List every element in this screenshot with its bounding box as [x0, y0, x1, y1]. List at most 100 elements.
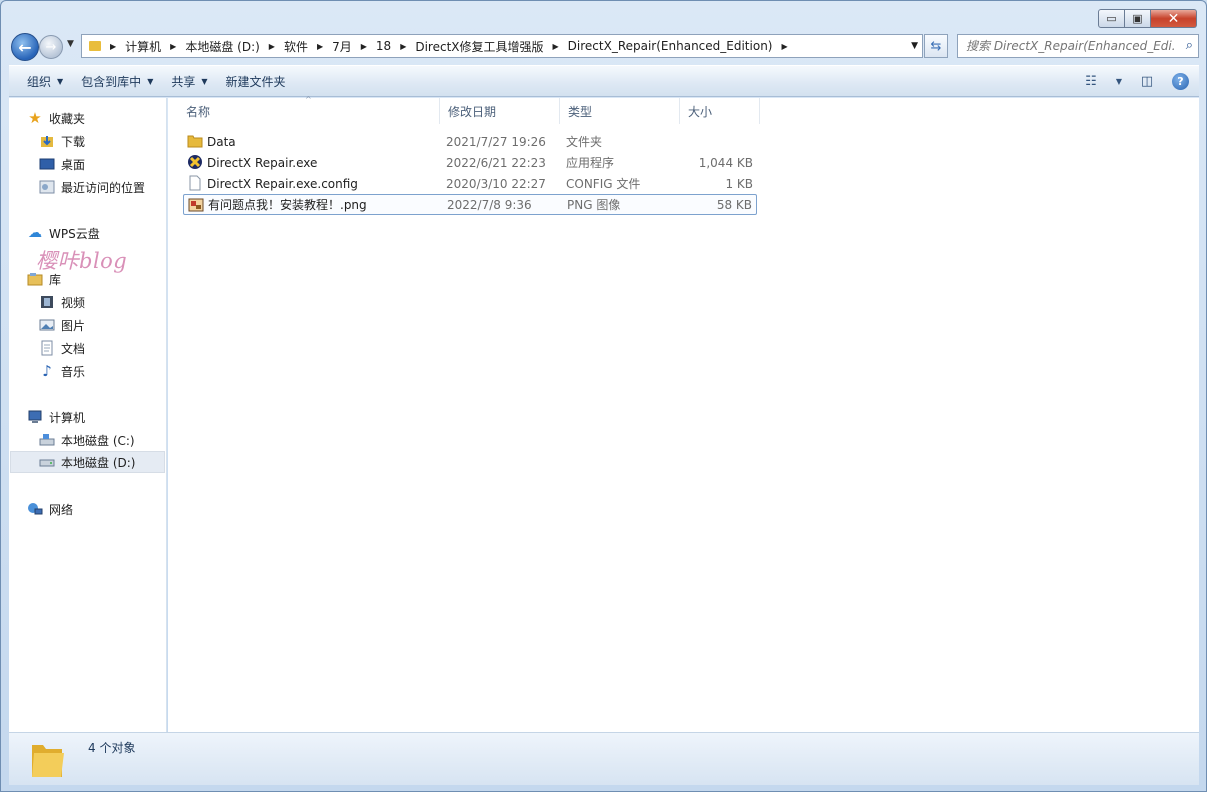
organize-label: 组织	[27, 74, 52, 89]
column-header-label: 名称	[186, 104, 211, 119]
view-dropdown[interactable]: ▼	[1108, 72, 1130, 90]
sidebar-item-label: 库	[49, 272, 62, 287]
column-header-type[interactable]: 类型	[560, 98, 680, 124]
column-header-label: 类型	[568, 104, 593, 119]
view-controls: ☷ ▼ ◫ ?	[1074, 72, 1189, 90]
recent-places-icon	[39, 179, 55, 195]
sidebar-item-label: 计算机	[49, 410, 86, 425]
sidebar-item-pictures[interactable]: 图片	[39, 314, 85, 336]
pictures-icon	[39, 317, 55, 333]
breadcrumb-separator[interactable]: ▶	[170, 42, 176, 51]
breadcrumb-separator[interactable]: ▶	[110, 42, 116, 51]
details-pane: 4 个对象	[9, 732, 1199, 785]
organize-button[interactable]: 组织 ▼	[27, 73, 63, 90]
file-date: 2022/7/8 9:36	[447, 197, 532, 212]
search-input[interactable]	[966, 39, 1176, 53]
file-type: 文件夹	[566, 135, 603, 149]
sidebar-item-videos[interactable]: 视频	[39, 291, 85, 313]
breadcrumb-separator[interactable]: ▶	[553, 42, 559, 51]
sidebar-item-libraries[interactable]: 库	[27, 268, 61, 290]
search-icon[interactable]: ⌕	[1186, 38, 1193, 53]
breadcrumb-item[interactable]: 18	[376, 39, 391, 53]
sidebar-item-wps-cloud[interactable]: ☁ WPS云盘	[27, 222, 100, 244]
sidebar-item-music[interactable]: ♪ 音乐	[39, 360, 85, 382]
sidebar-item-label: WPS云盘	[49, 226, 100, 241]
breadcrumb-separator[interactable]: ▶	[317, 42, 323, 51]
cloud-icon: ☁	[28, 225, 42, 241]
file-row[interactable]: 有问题点我！安装教程！.png 2022/7/8 9:36 PNG 图像 58 …	[183, 194, 757, 215]
help-button[interactable]: ?	[1172, 72, 1189, 90]
file-name: 有问题点我！安装教程！.png	[208, 198, 367, 212]
video-icon	[39, 294, 55, 310]
caption-buttons: ▭ ▣ ✕	[1098, 9, 1197, 28]
sidebar-item-label: 本地磁盘 (C:)	[61, 433, 135, 448]
file-row[interactable]: Data 2021/7/27 19:26 文件夹	[183, 131, 757, 152]
sidebar-item-documents[interactable]: 文档	[39, 337, 85, 359]
sidebar-item-downloads[interactable]: 下载	[39, 130, 85, 152]
downloads-folder-icon	[39, 133, 55, 149]
file-row[interactable]: DirectX Repair.exe 2022/6/21 22:23 应用程序 …	[183, 152, 757, 173]
column-header-label: 修改日期	[448, 104, 497, 119]
chevron-down-icon: ▼	[67, 39, 74, 49]
breadcrumb-separator[interactable]: ▶	[400, 42, 406, 51]
new-folder-button[interactable]: 新建文件夹	[226, 73, 286, 90]
file-size: 58 KB	[716, 197, 752, 212]
sidebar-item-favorites[interactable]: ★ 收藏夹	[27, 107, 85, 129]
file-row[interactable]: DirectX Repair.exe.config 2020/3/10 22:2…	[183, 173, 757, 194]
breadcrumb-item[interactable]: 计算机	[125, 38, 161, 55]
sidebar-item-label: 视频	[61, 295, 86, 310]
breadcrumb-item[interactable]: 本地磁盘 (D:)	[185, 38, 259, 55]
breadcrumb-item[interactable]: 7月	[332, 38, 352, 55]
folder-icon	[32, 745, 64, 777]
desktop-icon	[39, 156, 55, 172]
column-header-size[interactable]: 大小	[680, 98, 760, 124]
breadcrumb-separator[interactable]: ▶	[781, 42, 787, 51]
column-header-date[interactable]: 修改日期	[440, 98, 560, 124]
star-icon: ★	[28, 109, 42, 127]
command-bar: 组织 ▼ 包含到库中 ▼ 共享 ▼ 新建文件夹 ☷ ▼ ◫ ?	[9, 65, 1199, 97]
sidebar-item-label: 网络	[49, 502, 74, 517]
sidebar-item-drive-c[interactable]: 本地磁盘 (C:)	[39, 429, 135, 451]
include-in-library-button[interactable]: 包含到库中 ▼	[81, 73, 153, 90]
breadcrumb-item[interactable]: DirectX修复工具增强版	[415, 38, 543, 55]
recent-pages-dropdown[interactable]: ▼	[67, 39, 74, 49]
breadcrumb-separator[interactable]: ▶	[269, 42, 275, 51]
back-button[interactable]: ←	[11, 33, 39, 61]
close-icon: ✕	[1167, 10, 1180, 27]
sidebar-item-label: 收藏夹	[49, 111, 86, 126]
file-name: DirectX Repair.exe.config	[207, 176, 358, 191]
address-dropdown[interactable]: ▼	[911, 41, 918, 51]
sidebar-item-drive-d[interactable]: 本地磁盘 (D:)	[10, 451, 165, 473]
computer-icon	[27, 409, 43, 425]
close-button[interactable]: ✕	[1151, 9, 1197, 28]
breadcrumb-item[interactable]: DirectX_Repair(Enhanced_Edition)	[568, 39, 773, 53]
chevron-down-icon: ▼	[1115, 76, 1123, 86]
sidebar-item-computer[interactable]: 计算机	[27, 406, 85, 428]
breadcrumb-item[interactable]: 软件	[284, 38, 308, 55]
minimize-button[interactable]: ▭	[1098, 9, 1125, 28]
chevron-down-icon: ▼	[57, 76, 64, 86]
file-date: 2020/3/10 22:27	[446, 176, 546, 191]
breadcrumb-separator[interactable]: ▶	[361, 42, 367, 51]
maximize-button[interactable]: ▣	[1125, 9, 1151, 28]
column-header-name[interactable]: 名称	[178, 98, 440, 124]
arrow-left-icon: ←	[18, 37, 32, 57]
breadcrumb: ▶ 计算机 ▶ 本地磁盘 (D:) ▶ 软件 ▶ 7月 ▶ 18 ▶ Direc…	[101, 38, 797, 55]
document-icon	[189, 175, 201, 191]
sidebar-item-network[interactable]: 网络	[27, 498, 73, 520]
file-type: 应用程序	[566, 156, 615, 170]
view-options-button[interactable]: ☷	[1080, 72, 1102, 90]
share-button[interactable]: 共享 ▼	[171, 73, 207, 90]
preview-pane-icon: ◫	[1140, 73, 1154, 89]
forward-button[interactable]: →	[39, 35, 63, 59]
address-bar[interactable]: ▶ 计算机 ▶ 本地磁盘 (D:) ▶ 软件 ▶ 7月 ▶ 18 ▶ Direc…	[81, 34, 923, 58]
arrow-right-icon: →	[45, 39, 57, 55]
image-icon	[188, 198, 204, 212]
refresh-button[interactable]: ⇆	[924, 34, 948, 58]
preview-pane-button[interactable]: ◫	[1136, 72, 1158, 90]
refresh-icon: ⇆	[930, 38, 942, 54]
folder-icon	[187, 135, 203, 148]
sidebar-item-label: 本地磁盘 (D:)	[61, 455, 136, 470]
sidebar-item-recent[interactable]: 最近访问的位置	[39, 176, 145, 198]
sidebar-item-desktop[interactable]: 桌面	[39, 153, 85, 175]
